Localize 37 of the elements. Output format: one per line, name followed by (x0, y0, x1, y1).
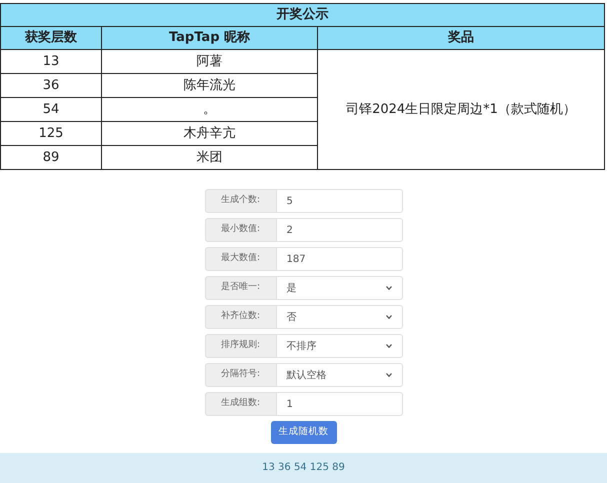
select-field[interactable]: 默认空格 (276, 363, 402, 387)
field-label: 分隔符号: (204, 363, 276, 387)
column-header: 奖品 (318, 26, 604, 50)
table-cell: 89 (0, 146, 102, 170)
input-field[interactable]: 187 (276, 247, 402, 271)
input-field[interactable]: 1 (276, 392, 402, 416)
generate-button[interactable]: 生成随机数 (270, 421, 336, 444)
field-label: 生成个数: (204, 189, 276, 213)
field-label: 最小数值: (204, 218, 276, 242)
column-header: TapTap 昵称 (102, 26, 318, 50)
caret-icon (386, 373, 392, 377)
table-cell: 司铎2024生日限定周边*1（款式随机） (318, 50, 604, 170)
select-value: 不排序 (286, 340, 316, 354)
input-field[interactable]: 2 (276, 218, 402, 242)
table-cell: 125 (0, 122, 102, 146)
select-value: 是 (286, 282, 296, 296)
select-value: 否 (286, 310, 296, 324)
field-label: 生成组数: (204, 392, 276, 416)
select-field[interactable]: 是 (276, 276, 402, 300)
caret-icon (386, 344, 392, 348)
caret-icon (386, 315, 392, 319)
result-text: 13 36 54 125 89 (0, 453, 607, 483)
table-cell: 54 (0, 98, 102, 122)
field-label: 最大数值: (204, 247, 276, 271)
field-label: 是否唯一: (204, 276, 276, 300)
field-label: 补齐位数: (204, 305, 276, 329)
column-header: 获奖层数 (0, 26, 102, 50)
select-field[interactable]: 否 (276, 305, 402, 329)
table-cell: 13 (0, 50, 102, 74)
table-cell: 36 (0, 74, 102, 98)
field-label: 排序规则: (204, 334, 276, 358)
table-title: 开奖公示 (0, 4, 604, 26)
select-value: 默认空格 (286, 368, 326, 382)
caret-icon (386, 286, 392, 290)
input-field[interactable]: 5 (276, 189, 402, 213)
table-cell: 阿薯 (102, 50, 318, 74)
select-field[interactable]: 不排序 (276, 334, 402, 358)
